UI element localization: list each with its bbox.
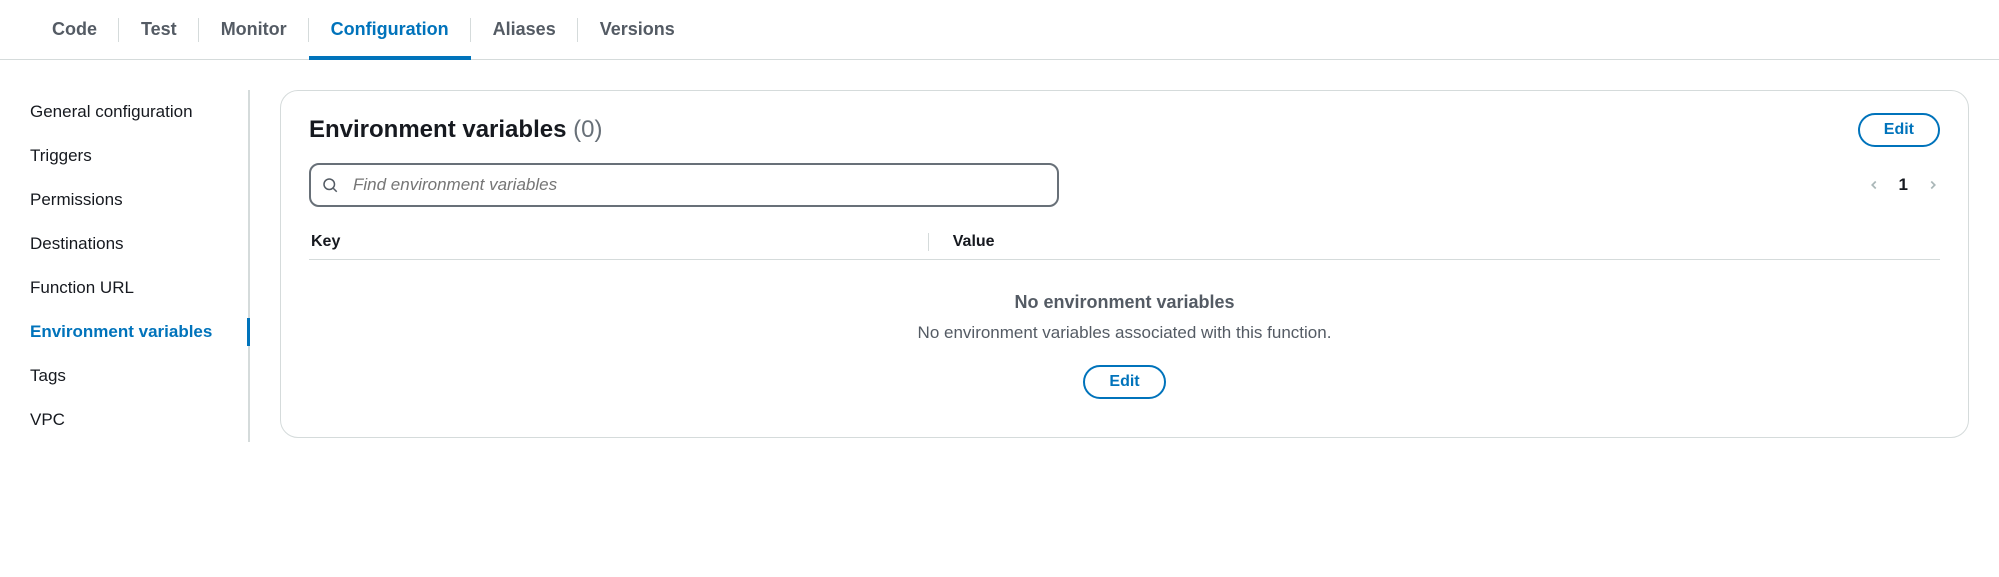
empty-title: No environment variables: [309, 292, 1940, 313]
empty-state: No environment variables No environment …: [309, 260, 1940, 407]
column-header-value: Value: [929, 233, 995, 251]
panel-title: Environment variables (0): [309, 116, 602, 144]
sidebar-item-environment-variables[interactable]: Environment variables: [30, 310, 240, 354]
tab-aliases[interactable]: Aliases: [471, 0, 578, 60]
sidebar-item-general-configuration[interactable]: General configuration: [30, 90, 240, 134]
column-header-key: Key: [309, 233, 929, 251]
tab-test[interactable]: Test: [119, 0, 199, 60]
panel-count: (0): [573, 116, 602, 143]
sidebar-item-triggers[interactable]: Triggers: [30, 134, 240, 178]
search-icon: [321, 176, 339, 194]
pager-next-icon[interactable]: [1926, 178, 1940, 192]
tab-monitor[interactable]: Monitor: [199, 0, 309, 60]
search-input[interactable]: [309, 163, 1059, 207]
config-sidebar: General configuration Triggers Permissio…: [30, 90, 250, 442]
tab-versions[interactable]: Versions: [578, 0, 697, 60]
sidebar-item-vpc[interactable]: VPC: [30, 398, 240, 442]
sidebar-item-function-url[interactable]: Function URL: [30, 266, 240, 310]
tabs-bar: Code Test Monitor Configuration Aliases …: [0, 0, 1999, 60]
edit-button[interactable]: Edit: [1858, 113, 1940, 147]
pager-prev-icon[interactable]: [1867, 178, 1881, 192]
environment-variables-panel: Environment variables (0) Edit: [280, 90, 1969, 438]
empty-subtitle: No environment variables associated with…: [309, 323, 1940, 343]
tab-code[interactable]: Code: [30, 0, 119, 60]
sidebar-item-destinations[interactable]: Destinations: [30, 222, 240, 266]
search-wrap: [309, 163, 1059, 207]
table-header: Key Value: [309, 225, 1940, 260]
tab-configuration[interactable]: Configuration: [309, 0, 471, 60]
sidebar-item-tags[interactable]: Tags: [30, 354, 240, 398]
pager: 1: [1867, 175, 1940, 195]
sidebar-item-permissions[interactable]: Permissions: [30, 178, 240, 222]
pager-page-number: 1: [1899, 175, 1908, 195]
empty-edit-button[interactable]: Edit: [1083, 365, 1165, 399]
